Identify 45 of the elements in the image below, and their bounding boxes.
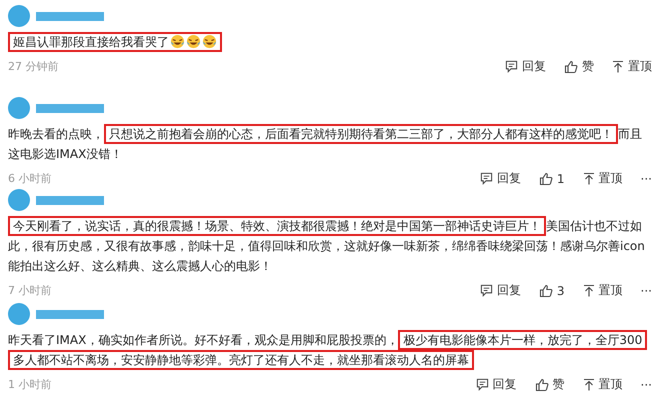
like-button[interactable]: 1 (538, 172, 565, 186)
thumbs-up-icon (534, 378, 549, 392)
reply-button[interactable]: 回复 (480, 170, 521, 187)
laughing-crying-emoji-icon (186, 34, 201, 49)
comment-icon (505, 60, 518, 73)
comment-time: 6 小时前 (8, 171, 52, 186)
pin-button[interactable]: 置顶 (582, 376, 623, 393)
pin-button[interactable]: 置顶 (582, 170, 623, 187)
reply-button[interactable]: 回复 (480, 282, 521, 299)
comment-time: 27 分钟前 (8, 59, 60, 74)
comment-time: 1 小时前 (8, 377, 52, 392)
like-button[interactable]: 赞 (564, 58, 594, 75)
thumbs-up-icon (538, 172, 553, 186)
pin-top-icon (582, 172, 595, 185)
comment-icon (480, 172, 493, 185)
reply-button[interactable]: 回复 (476, 376, 517, 393)
pin-top-icon (582, 378, 595, 391)
comment-icon (480, 284, 493, 297)
avatar (8, 303, 30, 325)
comment-text: 今天刚看了，说实话，真的很震撼！场景、特效、演技都很震撼！绝对是中国第一部神话史诗巨片！ 美国估计也不过如此，很有历史感，又很有故事感，韵味十足，值得回味和欣赏，这就好像一味新茶，绵绵香味绕梁回荡！感谢乌尔善icon能拍出这么好、这么精典、这么震撼人心的电影！ (8, 216, 652, 276)
redacted-username (36, 104, 104, 112)
comment-text: 昨晚去看的点映， 只想说之前抱着会崩的心态，后面看完就特别期待看第二三部了，大部分人都有这样的感觉吧！ 而且这电影选IMAX没错！ (8, 124, 652, 164)
like-button[interactable]: 赞 (534, 376, 565, 393)
thumbs-up-icon (538, 284, 553, 298)
comment-time: 7 小时前 (8, 283, 52, 298)
more-button[interactable]: ··· (640, 172, 652, 186)
more-button[interactable]: ··· (640, 378, 652, 392)
laughing-crying-emoji-icon (170, 34, 185, 49)
more-button[interactable]: ··· (640, 284, 652, 298)
comment-text: 姬昌认罪那段直接给我看哭了 (8, 32, 652, 52)
avatar (8, 189, 30, 211)
like-button[interactable]: 3 (538, 284, 565, 298)
avatar (8, 5, 30, 27)
reply-button[interactable]: 回复 (505, 58, 546, 75)
pin-top-icon (582, 284, 595, 297)
redacted-username (36, 12, 104, 20)
pin-button[interactable]: 置顶 (582, 282, 623, 299)
pin-button[interactable]: 置顶 (612, 58, 652, 75)
avatar (8, 97, 30, 119)
laughing-crying-emoji-icon (202, 34, 217, 49)
comment-icon (476, 378, 489, 391)
thumbs-up-icon (564, 60, 578, 74)
redacted-username (36, 196, 104, 204)
redacted-username (36, 310, 104, 318)
pin-top-icon (612, 60, 624, 73)
